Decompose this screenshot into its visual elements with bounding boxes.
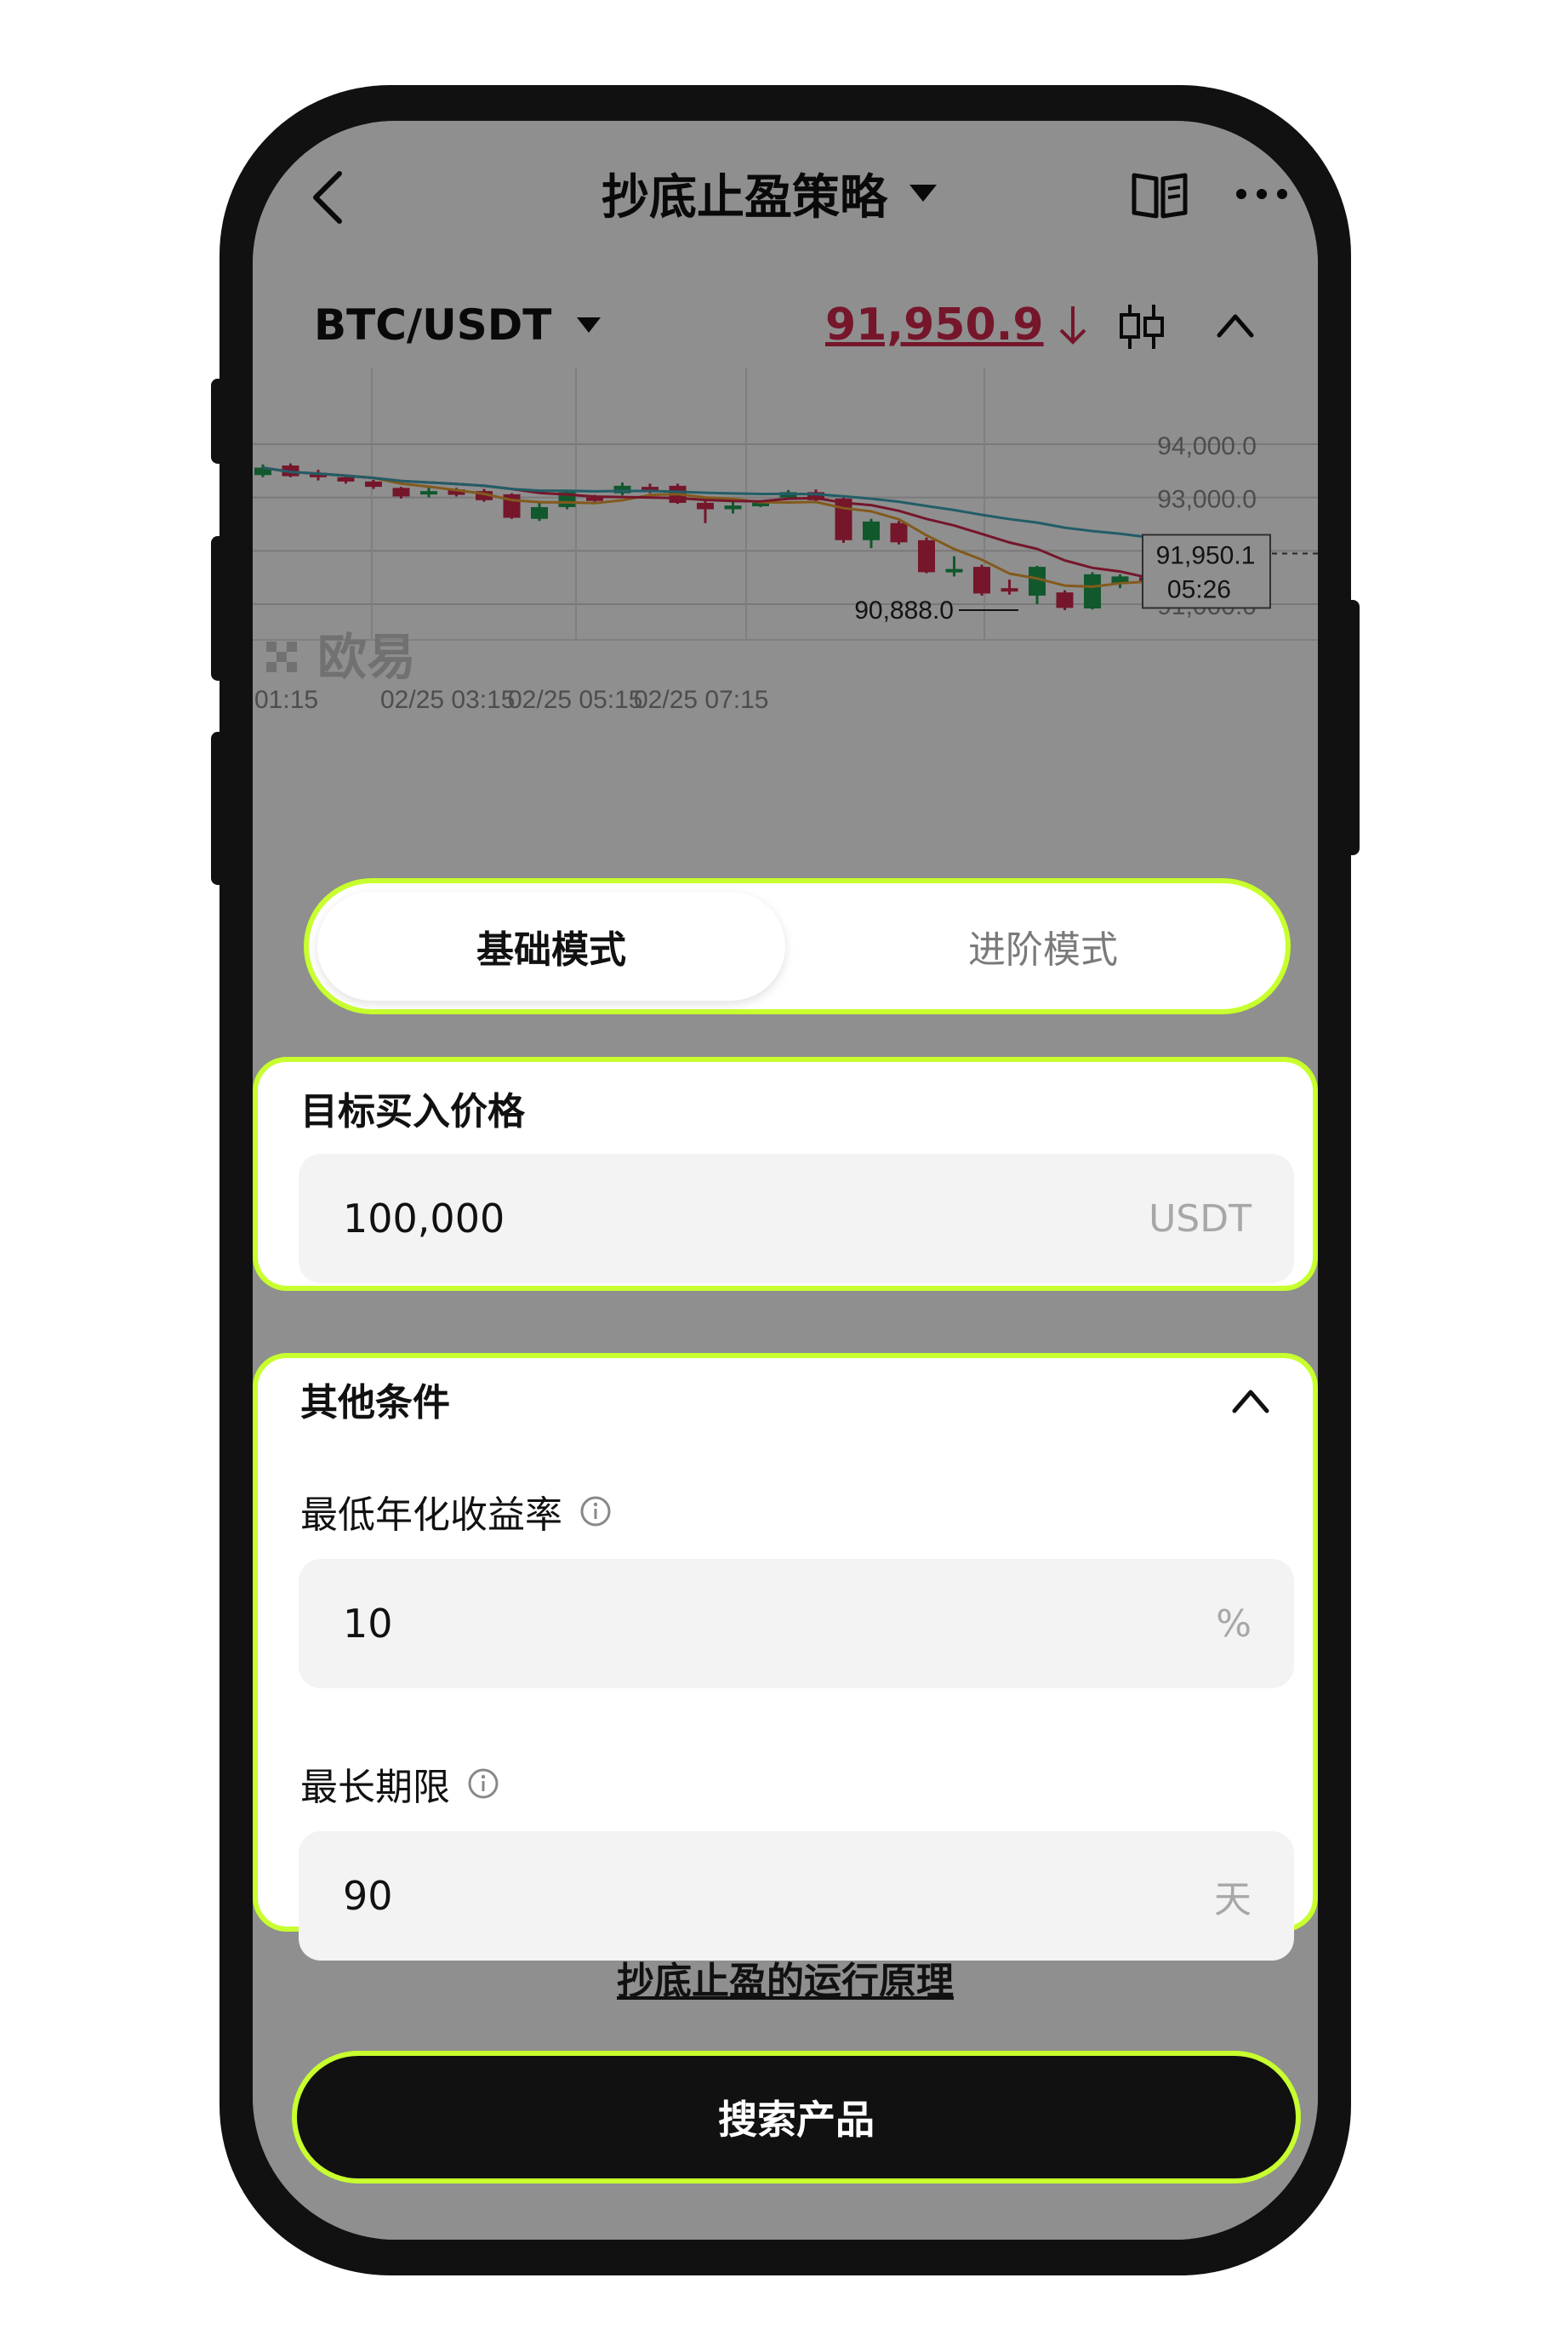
max-term-label-row: 最长期限 (300, 1756, 499, 1811)
tab-advanced-mode[interactable]: 进阶模式 (809, 892, 1277, 1001)
moving-average-line (262, 466, 1176, 542)
caret-down-icon (577, 317, 602, 333)
candle-body (337, 477, 355, 482)
low-price-label: 90,888.0 (854, 597, 954, 625)
y-tick-label: 94,000.0 (1157, 432, 1257, 460)
candle-body (918, 539, 935, 573)
candle-body (697, 502, 714, 510)
min-yield-unit: % (1216, 1601, 1252, 1646)
candle-body (420, 491, 437, 495)
x-tick-label: 01:15 (254, 686, 318, 714)
mode-toggle-highlight: 基础模式 进阶模式 (304, 878, 1291, 1014)
candle-body (863, 521, 880, 540)
ticker-row: BTC/USDT 91,950.9 (253, 283, 1318, 368)
candle-body (392, 488, 410, 497)
last-price: 91,950.9 (825, 283, 1090, 368)
chevron-up-icon[interactable] (1229, 1384, 1272, 1418)
other-conditions-label: 其他条件 (300, 1381, 450, 1424)
candlestick-chart-icon[interactable] (1116, 301, 1167, 352)
min-yield-label-row: 最低年化收益率 (300, 1484, 612, 1539)
strategy-selector[interactable]: 抄底止盈策略 (602, 159, 937, 227)
other-conditions-card-highlight: 其他条件 最低年化收益率 10 % 最长期限 90 天 (253, 1353, 1318, 1961)
min-yield-input[interactable]: 10 % (299, 1559, 1294, 1688)
pair-name: BTC/USDT (314, 300, 552, 350)
candle-body (835, 498, 852, 540)
okx-logo-square (277, 652, 287, 662)
candle-body (1001, 588, 1018, 592)
phone-side-button (211, 379, 231, 464)
phone-side-button (211, 536, 231, 681)
tab-basic-mode[interactable]: 基础模式 (317, 892, 785, 1001)
okx-logo-square (266, 642, 277, 652)
okx-logo-icon (266, 642, 297, 672)
last-price-value: 91,950.9 (825, 300, 1044, 351)
app-screen: 抄底止盈策略 BTC/USDT 91,950.9 94,000.0 93,000… (253, 121, 1318, 2240)
caret-down-icon (909, 185, 937, 202)
candle-body (365, 481, 382, 488)
x-tick-label: 02/25 05:15 (508, 686, 642, 714)
info-icon[interactable] (467, 1767, 499, 1800)
guide-book-icon[interactable] (1129, 163, 1190, 225)
min-yield-value: 10 (343, 1601, 393, 1647)
phone-side-button (211, 732, 231, 885)
search-products-button[interactable]: 搜索产品 (292, 2051, 1301, 2184)
candle-body (724, 505, 742, 510)
target-price-unit: USDT (1149, 1196, 1252, 1241)
candle-body (531, 506, 548, 519)
target-price-input[interactable]: 100,000 USDT (299, 1154, 1294, 1283)
back-arrow-icon[interactable] (304, 163, 355, 231)
candle-body (1056, 592, 1074, 608)
nav-bar: 抄底止盈策略 (253, 121, 1318, 257)
countdown-label: 05:26 (1167, 575, 1231, 603)
page-title: 抄底止盈策略 (602, 169, 887, 225)
okx-logo-square (266, 662, 277, 672)
info-icon[interactable] (579, 1495, 612, 1527)
candle-body (1084, 574, 1101, 609)
current-price-label: 91,950.1 (1156, 541, 1256, 569)
target-price-label: 目标买入价格 (300, 1090, 525, 1133)
candle-body (945, 568, 963, 573)
candlestick-chart[interactable]: 94,000.093,000.092,000.091,000.091,950.1… (253, 368, 1318, 810)
more-options-icon[interactable] (1231, 163, 1292, 225)
okx-logo-square (287, 642, 297, 652)
collapse-chart-icon[interactable] (1214, 306, 1257, 344)
x-tick-label: 02/25 03:15 (380, 686, 515, 714)
min-yield-label: 最低年化收益率 (300, 1493, 562, 1537)
candle-body (973, 567, 990, 594)
arrow-down-icon (1059, 306, 1086, 345)
candle-body (890, 522, 908, 543)
y-tick-label: 93,000.0 (1157, 486, 1257, 514)
x-tick-label: 02/25 07:15 (634, 686, 768, 714)
max-term-input[interactable]: 90 天 (299, 1831, 1294, 1961)
phone-side-button (1339, 600, 1360, 855)
max-term-value: 90 (343, 1873, 393, 1919)
pair-selector[interactable]: BTC/USDT (314, 283, 602, 368)
target-price-value: 100,000 (343, 1196, 505, 1242)
watermark-text: 欧易 (317, 630, 416, 685)
max-term-label: 最长期限 (300, 1766, 450, 1809)
max-term-unit: 天 (1214, 1878, 1252, 1921)
okx-logo-square (287, 662, 297, 672)
target-price-card-highlight: 目标买入价格 100,000 USDT (253, 1057, 1318, 1291)
